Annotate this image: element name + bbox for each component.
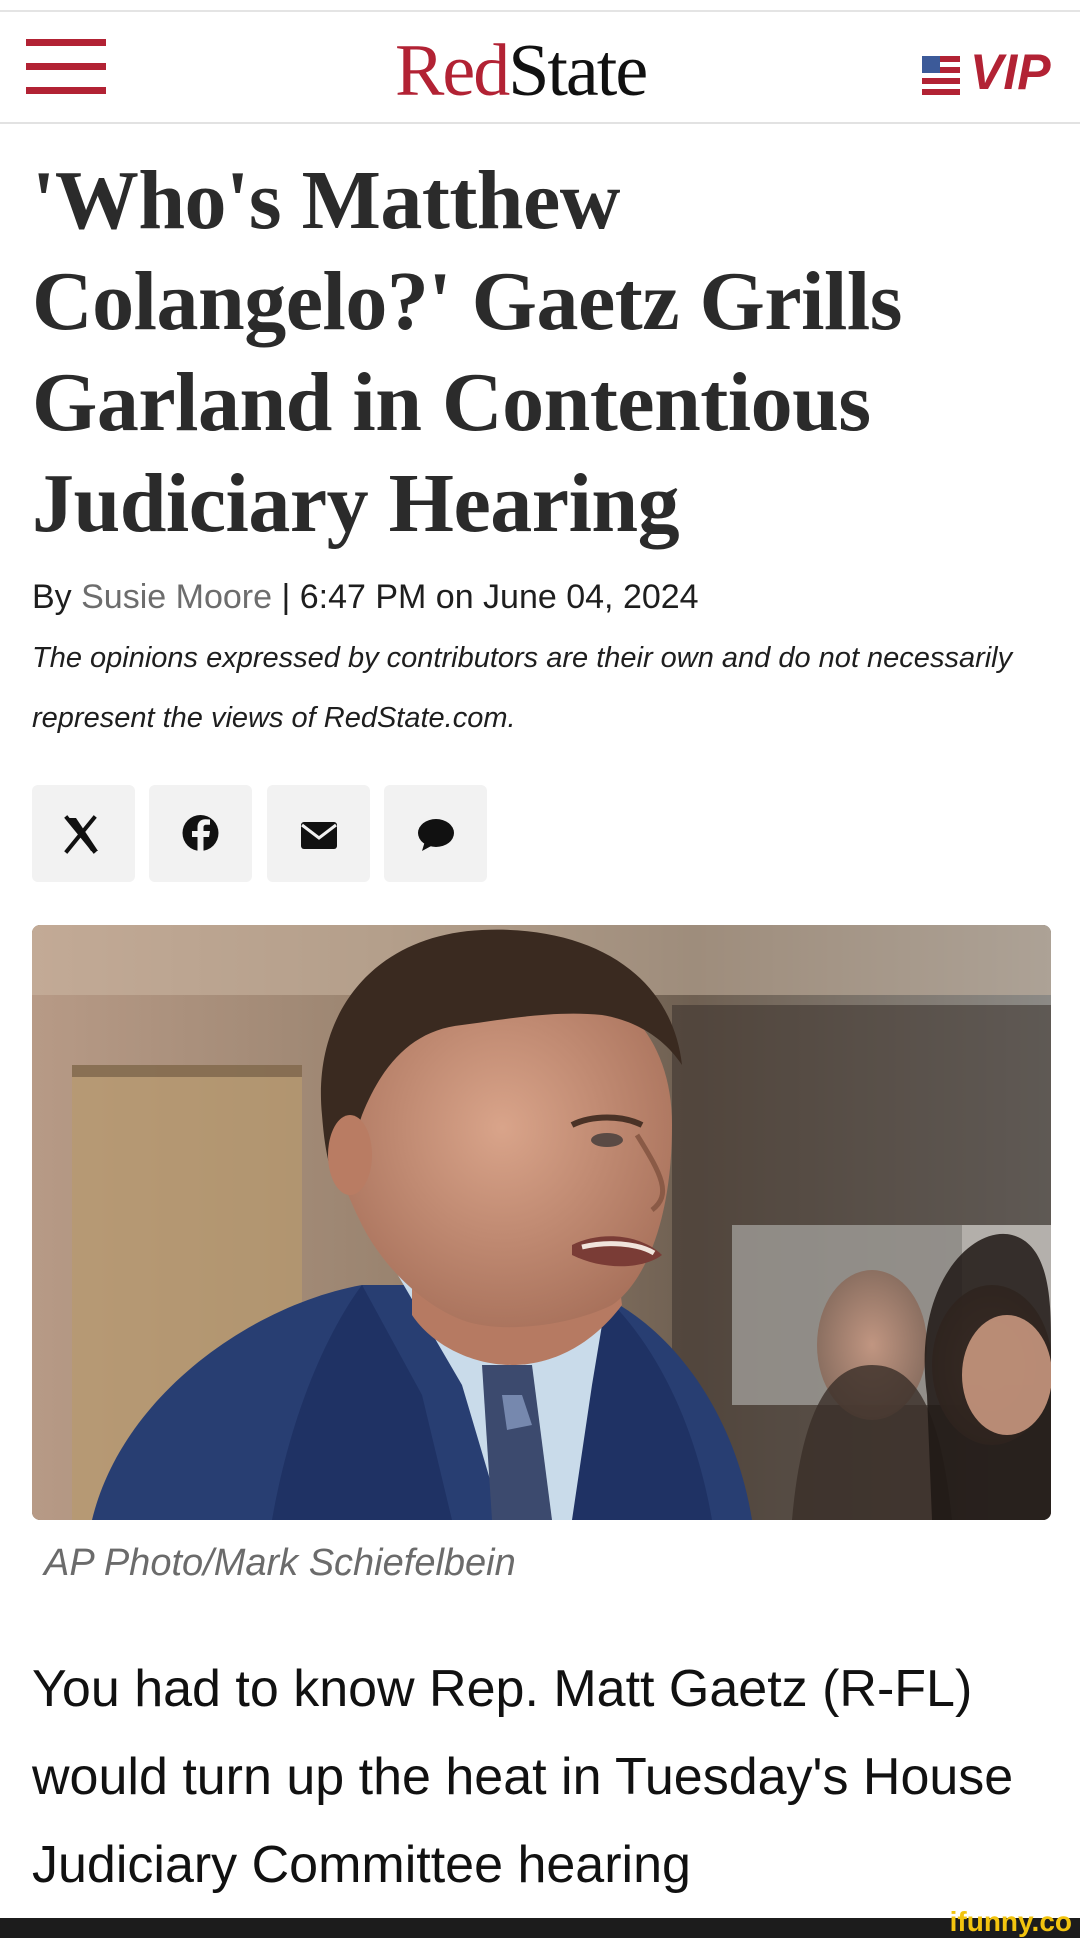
share-email-button[interactable]	[267, 785, 370, 882]
logo-dark-part: State	[508, 30, 648, 112]
vip-label: VIP	[970, 44, 1051, 100]
article-body-paragraph: You had to know Rep. Matt Gaetz (R-FL) w…	[32, 1660, 1014, 1894]
politician-photo	[32, 925, 1051, 1520]
email-icon	[301, 822, 337, 849]
hamburger-menu-icon[interactable]	[26, 38, 106, 98]
contributor-disclaimer: The opinions expressed by contributors a…	[32, 642, 1013, 734]
author-link[interactable]: Susie Moore	[81, 578, 272, 616]
comment-icon	[418, 819, 454, 851]
site-logo[interactable]: RedState	[395, 26, 648, 116]
us-flag-icon	[922, 56, 960, 96]
share-facebook-button[interactable]	[149, 785, 252, 882]
byline-prefix: By	[32, 578, 82, 616]
photo-caption: AP Photo/Mark Schiefelbein	[44, 1542, 516, 1584]
site-header: RedState VIP	[0, 12, 1080, 124]
share-x-button[interactable]	[32, 785, 135, 882]
share-comment-button[interactable]	[384, 785, 487, 882]
ifunny-watermark: ifunny.co	[949, 1906, 1072, 1937]
byline: By Susie Moore | 6:47 PM on June 04, 202…	[32, 575, 699, 619]
bottom-bar	[0, 1918, 1080, 1938]
byline-date: | 6:47 PM on June 04, 2024	[272, 578, 699, 616]
article-headline: 'Who's Matthew Colangelo?' Gaetz Grills …	[32, 154, 902, 550]
facebook-icon	[182, 815, 219, 855]
logo-red-part: Red	[395, 30, 510, 112]
article-photo	[32, 925, 1051, 1520]
x-icon	[64, 815, 98, 854]
